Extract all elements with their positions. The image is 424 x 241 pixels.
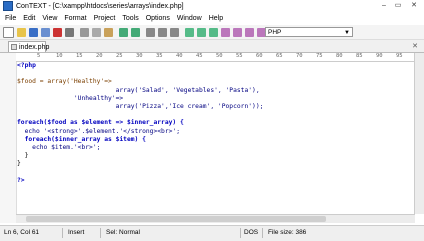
paste-icon[interactable] [104, 27, 113, 37]
bookmark-next-icon[interactable] [209, 27, 218, 37]
code-line: echo $item.'<br>'; [17, 143, 101, 151]
ruler-mark: 15 [76, 53, 83, 59]
vertical-scrollbar[interactable] [414, 53, 424, 214]
code-line: echo '<strong>'.$element.'</strong><br>'… [17, 127, 181, 135]
cursor-position: Ln 6, Col 61 [4, 229, 40, 236]
close-file-icon[interactable] [53, 27, 62, 37]
code-line: $food = array('Healthy'=> [17, 78, 112, 86]
tab-index-php[interactable]: index.php [8, 41, 50, 52]
selection-mode: Sel: Normal [106, 229, 140, 236]
maximize-button[interactable]: ▭ [392, 1, 404, 10]
ruler-mark: 70 [296, 53, 303, 59]
horizontal-scrollbar[interactable] [16, 214, 415, 223]
ruler-mark: 20 [96, 53, 103, 59]
code-line: <?php [17, 62, 36, 69]
close-button[interactable]: ✕ [408, 1, 420, 10]
ruler-mark: 5 [37, 53, 41, 59]
menu-file[interactable]: File [5, 15, 16, 22]
status-bar: Ln 6, Col 61 Insert Sel: Normal DOS File… [0, 225, 424, 241]
ruler-mark: 65 [276, 53, 283, 59]
column-ruler: 5 10 15 20 25 30 35 40 45 50 55 60 65 70… [16, 53, 415, 62]
file-icon [11, 44, 17, 50]
new-file-icon[interactable] [3, 26, 14, 38]
menu-tools[interactable]: Tools [122, 15, 138, 22]
menu-window[interactable]: Window [177, 15, 202, 22]
ruler-mark: 50 [216, 53, 223, 59]
ruler-mark: 75 [316, 53, 323, 59]
title-bar: ConTEXT - [C:\xampp\htdocs\series\arrays… [0, 0, 424, 12]
ruler-mark: 40 [176, 53, 183, 59]
code-line: foreach($food as $element => $inner_arra… [17, 119, 184, 127]
code-line: } [17, 160, 21, 168]
run-3-icon[interactable] [245, 27, 254, 37]
open-folder-icon[interactable] [17, 27, 26, 37]
code-line: array('Pizza','Ice cream', 'Popcorn')); [17, 102, 264, 110]
run-2-icon[interactable] [233, 27, 242, 37]
ruler-mark: 30 [136, 53, 143, 59]
code-line: 'Unhealthy'=> [17, 94, 124, 102]
undo-icon[interactable] [119, 27, 128, 37]
cut-icon[interactable] [80, 27, 89, 37]
menu-edit[interactable]: Edit [23, 15, 35, 22]
edit-mode: Insert [68, 229, 85, 236]
code-editor[interactable]: <?php $food = array('Healthy'=> array('S… [17, 62, 415, 222]
save-all-icon[interactable] [41, 27, 50, 37]
app-icon [3, 1, 13, 11]
ruler-mark: 95 [396, 53, 403, 59]
window-title: ConTEXT - [C:\xampp\htdocs\series\arrays… [16, 2, 184, 10]
replace-icon[interactable] [170, 27, 179, 37]
language-value: PHP [268, 29, 282, 36]
tab-strip: index.php [0, 40, 424, 53]
print-icon[interactable] [65, 27, 74, 37]
ruler-mark: 55 [236, 53, 243, 59]
bookmark-icon[interactable] [185, 27, 194, 37]
scrollbar-thumb[interactable] [26, 216, 326, 222]
ruler-mark: 10 [56, 53, 63, 59]
line-gutter [0, 53, 17, 223]
menu-project[interactable]: Project [94, 15, 116, 22]
ruler-mark: 80 [336, 53, 343, 59]
ruler-mark: 90 [376, 53, 383, 59]
close-tab-icon[interactable]: ✕ [412, 42, 418, 50]
language-select[interactable]: PHP ▼ [265, 27, 353, 37]
ruler-mark: 35 [156, 53, 163, 59]
run-icon[interactable] [221, 27, 230, 37]
menu-format[interactable]: Format [64, 15, 86, 22]
ruler-mark: 45 [196, 53, 203, 59]
find-next-icon[interactable] [158, 27, 167, 37]
line-ending-format: DOS [244, 229, 259, 236]
ruler-mark: 85 [356, 53, 363, 59]
copy-icon[interactable] [92, 27, 101, 37]
code-line: array('Salad', 'Vegetables', 'Pasta'), [17, 86, 260, 94]
tab-label: index.php [19, 44, 50, 51]
ruler-mark: 60 [256, 53, 263, 59]
minimize-button[interactable]: – [378, 1, 390, 10]
menu-help[interactable]: Help [209, 15, 223, 22]
ruler-mark: 25 [116, 53, 123, 59]
save-icon[interactable] [29, 27, 38, 37]
chevron-down-icon: ▼ [344, 30, 350, 36]
code-line: } [17, 152, 29, 160]
menu-view[interactable]: View [42, 15, 57, 22]
file-size: File size: 386 [268, 229, 307, 236]
menu-options[interactable]: Options [146, 15, 170, 22]
redo-icon[interactable] [131, 27, 140, 37]
code-line: ?> [17, 176, 25, 184]
bookmark-prev-icon[interactable] [197, 27, 206, 37]
toolbar [0, 25, 424, 40]
find-icon[interactable] [146, 27, 155, 37]
code-line: foreach($inner_array as $item) { [17, 135, 146, 143]
menu-bar: File Edit View Format Project Tools Opti… [0, 13, 424, 24]
